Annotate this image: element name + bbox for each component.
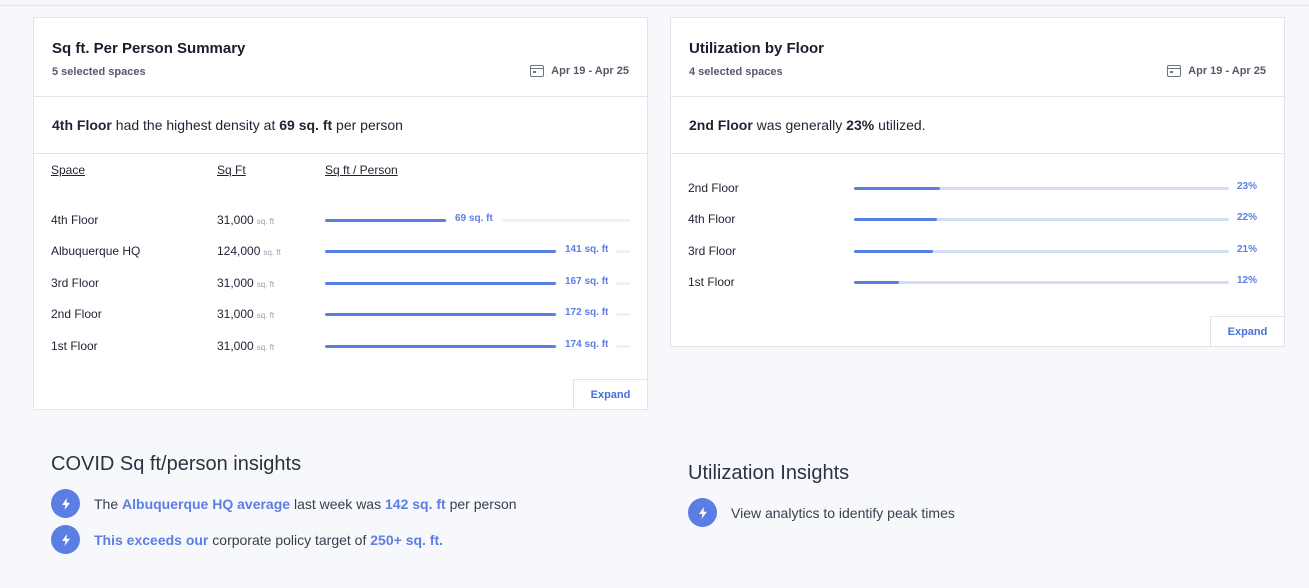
utilization-bar: [854, 281, 1229, 284]
bar-fill: [854, 281, 899, 284]
card-title: Sq ft. Per Person Summary: [52, 40, 246, 57]
utilization-bar: [854, 218, 1229, 221]
date-range-label: Apr 19 - Apr 25: [551, 65, 629, 77]
date-range[interactable]: Apr 19 - Apr 25: [530, 65, 629, 77]
summary-text: had the highest density at: [111, 117, 280, 133]
sqft-number: 31,000: [217, 276, 254, 290]
insight-text: The: [94, 495, 123, 512]
insight-text: last week was: [290, 495, 385, 512]
insight-text: View analytics to identify peak times: [731, 504, 955, 521]
utilization-by-floor-card: Utilization by Floor 4 selected spaces A…: [670, 17, 1285, 347]
insight-highlight: 142 sq. ft: [385, 495, 446, 512]
row-sqft-value: 31,000 sq. ft: [217, 307, 274, 321]
summary-text: per person: [332, 117, 403, 133]
row-space-label: 1st Floor: [51, 339, 98, 353]
date-range-label: Apr 19 - Apr 25: [1188, 65, 1266, 77]
insight-text: corporate policy target of: [208, 531, 371, 548]
calendar-icon: [530, 65, 545, 77]
sqft-unit: sq. ft: [256, 343, 275, 352]
card-header: Utilization by Floor 4 selected spaces A…: [671, 18, 1284, 97]
insight-item: This exceeds our corporate policy target…: [51, 525, 443, 554]
expand-button[interactable]: Expand: [573, 379, 648, 410]
bar-fill: [325, 313, 556, 316]
summary-text: was generally: [752, 117, 847, 133]
bar-fill: [325, 250, 556, 253]
insight-text: per person: [445, 495, 517, 512]
sqft-unit: sq. ft: [256, 217, 275, 226]
card-header: Sq ft. Per Person Summary 5 selected spa…: [34, 18, 647, 97]
column-header-sqft[interactable]: Sq Ft: [217, 163, 246, 177]
sqft-unit: sq. ft: [256, 280, 275, 289]
row-floor-label: 3rd Floor: [688, 244, 737, 258]
utilization-insights-title: Utilization Insights: [688, 462, 850, 484]
bar-value-label: 167 sq. ft: [557, 276, 617, 287]
row-sqft-value: 31,000 sq. ft: [217, 339, 274, 353]
insight-item: The Albuquerque HQ average last week was…: [51, 489, 517, 518]
utilization-bar: [854, 187, 1229, 190]
sqft-number: 31,000: [217, 339, 254, 353]
top-divider: [0, 5, 1309, 6]
row-space-label: 2nd Floor: [51, 307, 102, 321]
row-space-label: Albuquerque HQ: [51, 244, 141, 258]
row-sqft-value: 31,000 sq. ft: [217, 276, 274, 290]
insight-highlight: Albuquerque HQ average: [122, 495, 291, 512]
bar-value-label: 22%: [1229, 212, 1258, 223]
bar-fill: [325, 345, 556, 348]
sqft-unit: sq. ft: [263, 248, 281, 257]
row-sqft-value: 124,000 sq. ft: [217, 244, 281, 258]
row-floor-label: 4th Floor: [688, 212, 736, 226]
bar-value-label: 141 sq. ft: [557, 244, 617, 255]
sqft-per-person-card: Sq ft. Per Person Summary 5 selected spa…: [33, 17, 648, 410]
card-title: Utilization by Floor: [689, 40, 824, 57]
column-header-space[interactable]: Space: [51, 163, 85, 177]
summary-value: 69 sq. ft: [279, 117, 333, 133]
expand-button[interactable]: Expand: [1210, 316, 1285, 347]
row-space-label: 3rd Floor: [51, 276, 100, 290]
insight-highlight: 250+ sq. ft.: [370, 531, 444, 548]
card-summary: 4th Floor had the highest density at 69 …: [34, 97, 647, 154]
bar-value-label: 174 sq. ft: [557, 339, 617, 350]
card-subtitle: 5 selected spaces: [52, 66, 146, 78]
date-range[interactable]: Apr 19 - Apr 25: [1167, 65, 1266, 77]
calendar-icon: [1167, 65, 1182, 77]
bar-value-label: 172 sq. ft: [557, 307, 617, 318]
row-space-label: 4th Floor: [51, 213, 99, 227]
card-summary: 2nd Floor was generally 23% utilized.: [671, 97, 1284, 154]
utilization-bar: [854, 250, 1229, 253]
row-floor-label: 2nd Floor: [688, 181, 739, 195]
bar-value-label: 69 sq. ft: [447, 213, 501, 224]
bar-value-label: 12%: [1229, 275, 1258, 286]
insight-item: View analytics to identify peak times: [688, 498, 955, 527]
bar-value-label: 21%: [1229, 244, 1258, 255]
bar-fill: [854, 187, 940, 190]
summary-value: 23%: [846, 117, 875, 133]
lightning-bolt-icon: [51, 525, 80, 554]
row-floor-label: 1st Floor: [688, 275, 735, 289]
sqft-number: 124,000: [217, 244, 261, 258]
row-sqft-value: 31,000 sq. ft: [217, 213, 274, 227]
sqft-number: 31,000: [217, 307, 254, 321]
bar-fill: [325, 282, 556, 285]
insight-highlight: This exceeds our: [94, 531, 209, 548]
summary-space: 4th Floor: [52, 117, 112, 133]
lightning-bolt-icon: [688, 498, 717, 527]
bar-fill: [854, 250, 933, 253]
sqft-unit: sq. ft: [256, 311, 275, 320]
card-subtitle: 4 selected spaces: [689, 66, 783, 78]
bar-fill: [854, 218, 937, 221]
bar-value-label: 23%: [1229, 181, 1258, 192]
column-header-sqft-per-person[interactable]: Sq ft / Person: [325, 163, 398, 177]
sqft-number: 31,000: [217, 213, 254, 227]
lightning-bolt-icon: [51, 489, 80, 518]
summary-space: 2nd Floor: [689, 117, 753, 133]
covid-insights-title: COVID Sq ft/person insights: [51, 453, 302, 475]
summary-text: utilized.: [874, 117, 926, 133]
bar-fill: [325, 219, 446, 222]
